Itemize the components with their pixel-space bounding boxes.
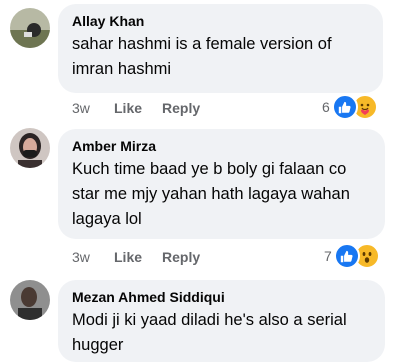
like-button[interactable]: Like (114, 248, 162, 266)
comment-text: sahar hashmi is a female version of imra… (72, 35, 332, 78)
comment-author[interactable]: Mezan Ahmed Siddiqui (72, 288, 373, 306)
comment-text: Kuch time baad ye b boly gi falaan co st… (72, 160, 350, 228)
comment-timestamp[interactable]: 3w (72, 99, 114, 117)
avatar[interactable] (10, 280, 50, 320)
avatar-photo (10, 280, 50, 320)
avatar[interactable] (10, 8, 50, 48)
comment-bubble: Amber Mirza Kuch time baad ye b boly gi … (58, 129, 385, 239)
reaction-summary[interactable]: 7 (324, 243, 380, 269)
comment-bubble: Allay Khan sahar hashmi is a female vers… (58, 4, 383, 93)
like-icon (331, 94, 358, 120)
comment-author[interactable]: Amber Mirza (72, 137, 373, 155)
reaction-summary[interactable]: 6 (322, 94, 378, 120)
reaction-count: 7 (324, 248, 332, 264)
comment-timestamp[interactable]: 3w (72, 248, 114, 266)
comment-author[interactable]: Allay Khan (72, 12, 371, 30)
reply-button[interactable]: Reply (162, 248, 200, 266)
avatar-photo (10, 128, 50, 168)
like-icon (333, 243, 360, 269)
comment-text: Modi ji ki yaad diladi he's also a seria… (72, 311, 347, 354)
reply-button[interactable]: Reply (162, 99, 200, 117)
avatar[interactable] (10, 128, 50, 168)
comment-actions: 3w Like Reply (72, 99, 200, 117)
comment-actions: 3w Like Reply (72, 248, 200, 266)
avatar-photo (10, 8, 50, 48)
reaction-count: 6 (322, 99, 330, 115)
like-button[interactable]: Like (114, 99, 162, 117)
comment-bubble: Mezan Ahmed Siddiqui Modi ji ki yaad dil… (58, 280, 385, 362)
